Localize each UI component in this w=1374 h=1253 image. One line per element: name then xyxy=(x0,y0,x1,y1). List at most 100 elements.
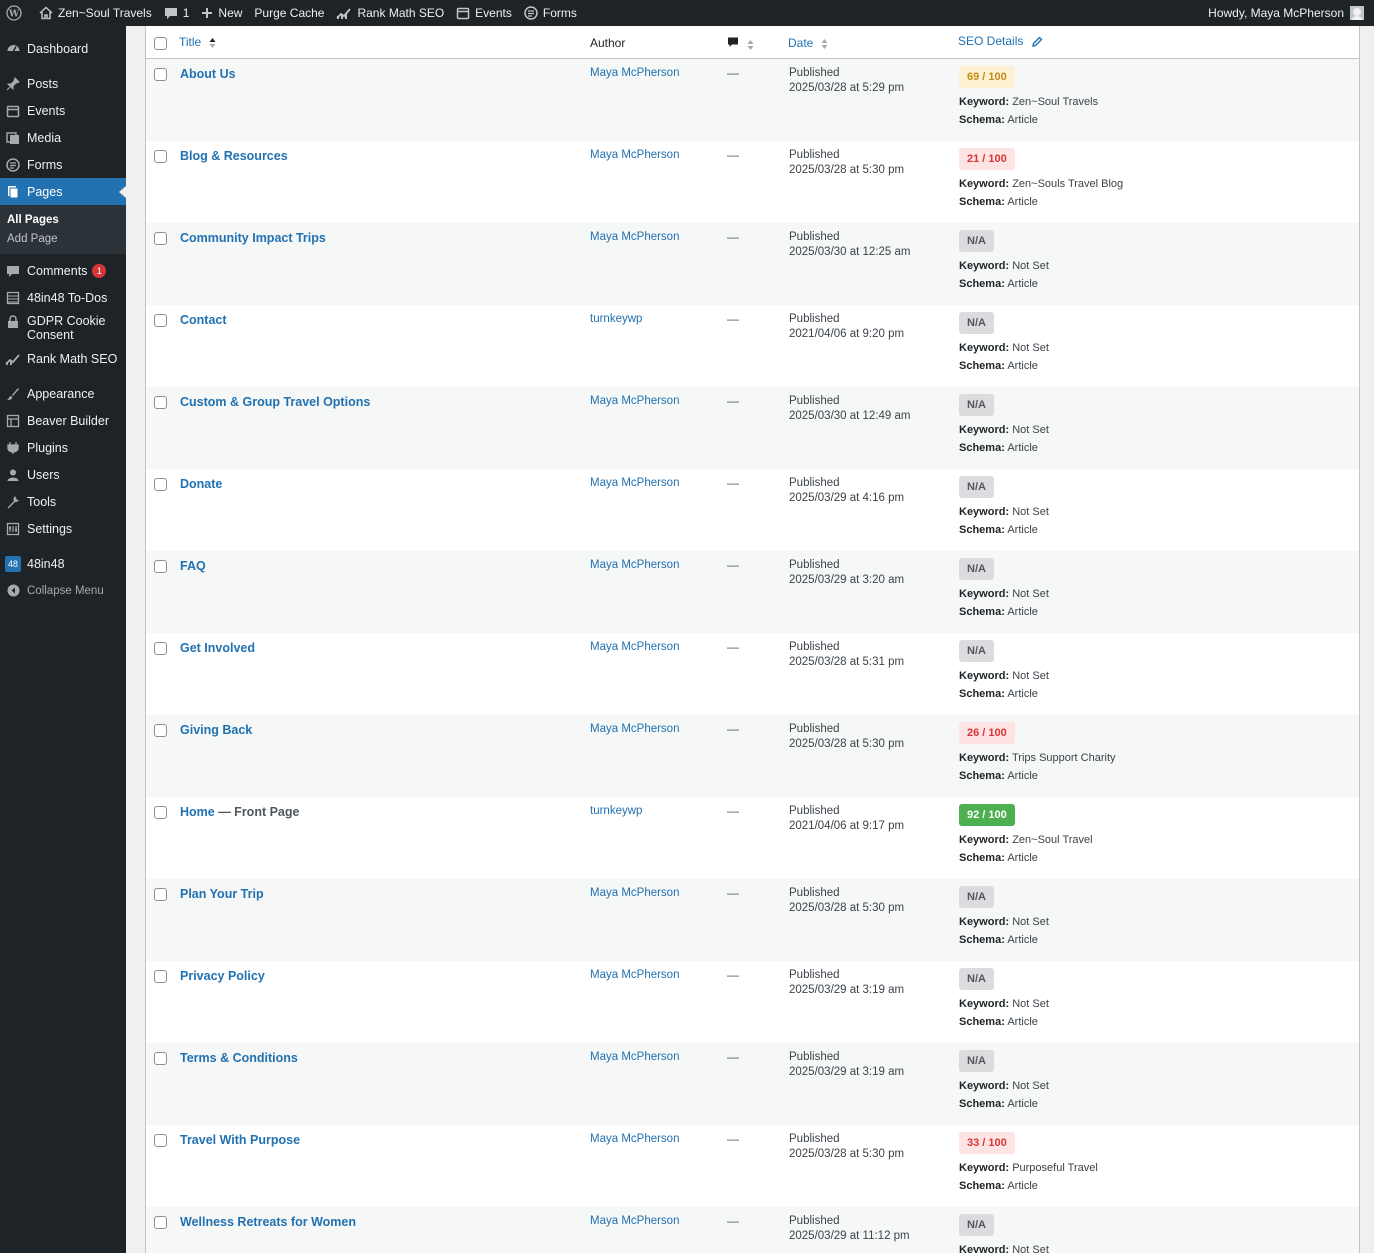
publish-status: Published xyxy=(789,395,840,407)
menu-users[interactable]: Users xyxy=(0,461,126,488)
menu-events[interactable]: Events xyxy=(0,97,126,124)
keyword-label: Keyword: xyxy=(959,998,1010,1010)
calendar-icon xyxy=(5,103,21,119)
menu-rank-math[interactable]: Rank Math SEO xyxy=(0,345,126,372)
menu-plugins[interactable]: Plugins xyxy=(0,434,126,461)
author-link[interactable]: Maya McPherson xyxy=(590,477,679,489)
author-link[interactable]: Maya McPherson xyxy=(590,641,679,653)
row-checkbox[interactable] xyxy=(154,1216,167,1229)
forms-link[interactable]: Forms xyxy=(518,0,583,26)
seo-score-badge: N/A xyxy=(959,886,994,908)
page-title-link[interactable]: Blog & Resources xyxy=(180,149,288,163)
author-link[interactable]: Maya McPherson xyxy=(590,969,679,981)
author-link[interactable]: Maya McPherson xyxy=(590,149,679,161)
author-link[interactable]: Maya McPherson xyxy=(590,67,679,79)
author-link[interactable]: Maya McPherson xyxy=(590,1051,679,1063)
menu-dashboard[interactable]: Dashboard xyxy=(0,35,126,62)
menu-settings[interactable]: Settings xyxy=(0,515,126,542)
menu-posts[interactable]: Posts xyxy=(0,70,126,97)
page-title-link[interactable]: Custom & Group Travel Options xyxy=(180,395,370,409)
purge-cache-link[interactable]: Purge Cache xyxy=(248,0,330,26)
row-checkbox[interactable] xyxy=(154,396,167,409)
author-link[interactable]: Maya McPherson xyxy=(590,1215,679,1227)
page-title-link[interactable]: FAQ xyxy=(180,559,206,573)
page-title-link[interactable]: Contact xyxy=(180,313,227,327)
author-link[interactable]: turnkeywp xyxy=(590,805,642,817)
menu-media[interactable]: Media xyxy=(0,124,126,151)
submenu-all-pages[interactable]: All Pages xyxy=(0,211,126,230)
publish-date: 2025/03/29 at 4:16 pm xyxy=(789,492,905,504)
menu-gdpr[interactable]: GDPR Cookie Consent xyxy=(0,311,126,345)
plug-icon xyxy=(5,440,21,456)
page-title-link[interactable]: Travel With Purpose xyxy=(180,1133,300,1147)
author-link[interactable]: Maya McPherson xyxy=(590,559,679,571)
rank-math-link[interactable]: Rank Math SEO xyxy=(330,0,450,26)
author-link[interactable]: Maya McPherson xyxy=(590,887,679,899)
pencil-icon[interactable] xyxy=(1031,36,1043,48)
column-comments-header[interactable] xyxy=(727,36,754,51)
author-link[interactable]: Maya McPherson xyxy=(590,395,679,407)
date-cell: Published 2025/03/29 at 3:19 am xyxy=(789,968,904,998)
row-checkbox[interactable] xyxy=(154,888,167,901)
row-checkbox[interactable] xyxy=(154,970,167,983)
menu-tools[interactable]: Tools xyxy=(0,488,126,515)
page-title-link[interactable]: Plan Your Trip xyxy=(180,887,264,901)
date-cell: Published 2025/03/29 at 3:20 am xyxy=(789,558,904,588)
schema-label: Schema: xyxy=(959,524,1005,536)
menu-forms[interactable]: Forms xyxy=(0,151,126,178)
page-title-link[interactable]: Home xyxy=(180,805,215,819)
page-title-link[interactable]: Terms & Conditions xyxy=(180,1051,298,1065)
comments-link[interactable]: 1 xyxy=(158,0,196,26)
forms-label: Forms xyxy=(542,6,577,20)
row-checkbox[interactable] xyxy=(154,478,167,491)
column-date-header[interactable]: Date xyxy=(788,35,828,50)
row-checkbox[interactable] xyxy=(154,150,167,163)
publish-status: Published xyxy=(789,67,840,79)
row-checkbox[interactable] xyxy=(154,806,167,819)
collapse-menu-button[interactable]: Collapse Menu xyxy=(0,577,126,604)
schema-label: Schema: xyxy=(959,852,1005,864)
row-checkbox[interactable] xyxy=(154,724,167,737)
page-title-link[interactable]: Privacy Policy xyxy=(180,969,265,983)
user-icon xyxy=(5,467,21,483)
seo-keyword-line: Keyword: Not Set xyxy=(959,670,1049,682)
row-checkbox[interactable] xyxy=(154,560,167,573)
site-name-link[interactable]: Zen~Soul Travels xyxy=(33,0,158,26)
page-title-link[interactable]: About Us xyxy=(180,67,236,81)
seo-details-cell: 33 / 100 Keyword: Purposeful Travel Schema… xyxy=(959,1132,1098,1192)
page-title-link[interactable]: Giving Back xyxy=(180,723,252,737)
row-checkbox[interactable] xyxy=(154,1052,167,1065)
menu-appearance[interactable]: Appearance xyxy=(0,380,126,407)
submenu-add-page[interactable]: Add Page xyxy=(0,230,126,249)
author-link[interactable]: turnkeywp xyxy=(590,313,642,325)
schema-label: Schema: xyxy=(959,1098,1005,1110)
menu-beaver-builder[interactable]: Beaver Builder xyxy=(0,407,126,434)
page-title-link[interactable]: Get Involved xyxy=(180,641,255,655)
events-link[interactable]: Events xyxy=(450,0,518,26)
seo-score-badge: N/A xyxy=(959,312,994,334)
page-title-link[interactable]: Community Impact Trips xyxy=(180,231,326,245)
column-seo-header[interactable]: SEO Details xyxy=(958,33,1043,48)
schema-type: Article xyxy=(1007,606,1038,618)
row-checkbox[interactable] xyxy=(154,314,167,327)
menu-pages[interactable]: Pages xyxy=(0,178,126,205)
column-title-header[interactable]: Title xyxy=(179,34,216,49)
row-checkbox[interactable] xyxy=(154,68,167,81)
comments-count: — xyxy=(727,230,739,244)
comments-count: — xyxy=(727,1132,739,1146)
row-checkbox[interactable] xyxy=(154,1134,167,1147)
menu-comments[interactable]: Comments 1 xyxy=(0,257,126,284)
author-link[interactable]: Maya McPherson xyxy=(590,1133,679,1145)
menu-todos[interactable]: 48in48 To-Dos xyxy=(0,284,126,311)
row-checkbox[interactable] xyxy=(154,642,167,655)
page-title-link[interactable]: Wellness Retreats for Women xyxy=(180,1215,356,1229)
menu-48in48[interactable]: 48 48in48 xyxy=(0,550,126,577)
row-checkbox[interactable] xyxy=(154,232,167,245)
select-all-checkbox[interactable] xyxy=(154,37,167,50)
my-account-link[interactable]: Howdy, Maya McPherson xyxy=(1202,0,1370,26)
new-content-link[interactable]: New xyxy=(195,0,248,26)
author-link[interactable]: Maya McPherson xyxy=(590,723,679,735)
page-title-link[interactable]: Donate xyxy=(180,477,222,491)
wordpress-logo-icon[interactable]: W xyxy=(0,0,33,26)
author-link[interactable]: Maya McPherson xyxy=(590,231,679,243)
